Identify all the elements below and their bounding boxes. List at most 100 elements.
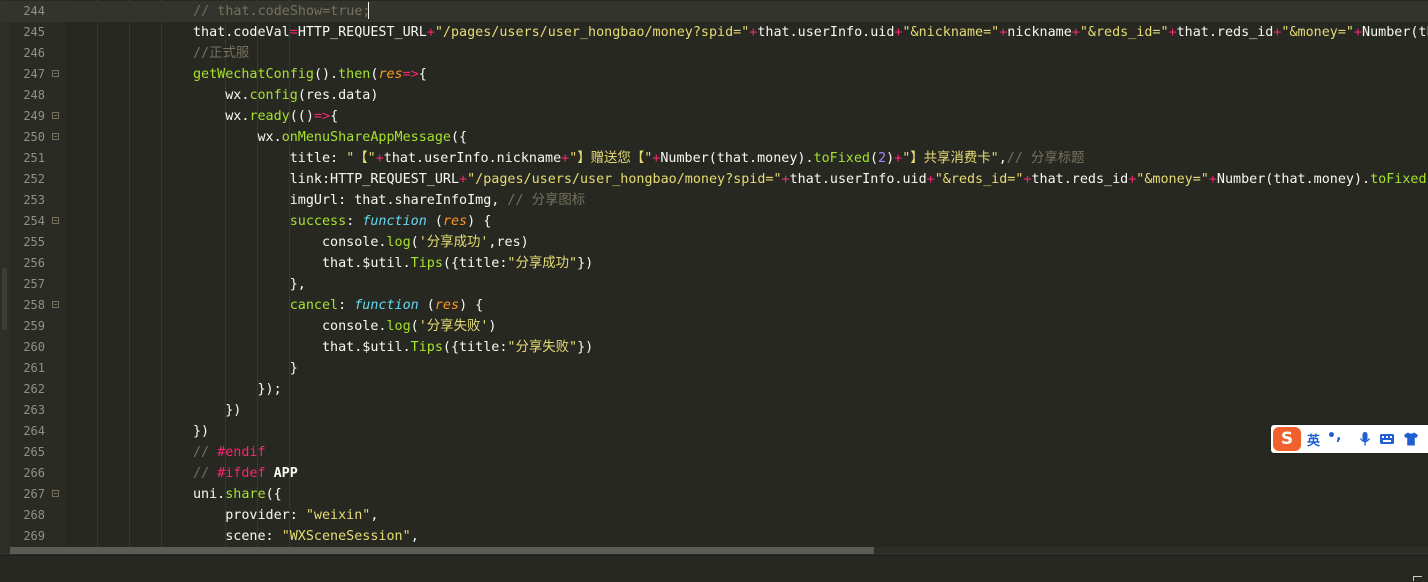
code-token: function — [362, 214, 427, 229]
code-token: log — [386, 319, 411, 334]
code-text: that.$util.Tips({title:"分享失败"}) — [65, 337, 1428, 358]
code-line[interactable]: 248 wx.config(res.data) — [0, 85, 1428, 106]
code-token: imgUrl: that.shareInfoImg, — [193, 193, 508, 208]
horizontal-scrollbar[interactable] — [0, 547, 1428, 555]
keyboard-icon[interactable] — [1379, 431, 1395, 447]
code-line[interactable]: 263 }) — [0, 400, 1428, 421]
code-line[interactable]: 266 // #ifdef APP — [0, 463, 1428, 484]
code-line[interactable]: 247 getWechatConfig().then(res=>{ — [0, 64, 1428, 85]
fold-toggle-icon[interactable] — [52, 301, 59, 308]
fold-toggle-icon[interactable] — [52, 217, 59, 224]
code-line[interactable]: 257 }, — [0, 274, 1428, 295]
code-token: = — [289, 25, 298, 40]
ime-punctuation-toggle[interactable]: •, — [1327, 428, 1341, 444]
code-token: HTTP_REQUEST_URL — [297, 25, 427, 40]
code-token: #ifdef — [217, 466, 266, 481]
microphone-icon[interactable] — [1357, 431, 1373, 447]
code-line[interactable]: 252 link:HTTP_REQUEST_URL+"/pages/users/… — [0, 169, 1428, 190]
code-token: + — [375, 151, 384, 166]
code-token: } — [193, 361, 298, 376]
code-line[interactable]: 265 // #endif — [0, 442, 1428, 463]
fold-toggle-icon[interactable] — [52, 133, 59, 140]
code-token: => — [402, 67, 419, 82]
fold-toggle-icon[interactable] — [52, 112, 59, 119]
code-line[interactable]: 253 imgUrl: that.shareInfoImg, // 分享图标 — [0, 190, 1428, 211]
code-line[interactable]: 244 // that.codeShow=true; — [0, 1, 1428, 22]
code-line[interactable]: 246 //正式服 — [0, 43, 1428, 64]
code-token: Number(that.money). — [1216, 172, 1371, 187]
code-token: uni. — [193, 487, 226, 502]
code-line[interactable]: 268 provider: "weixin", — [0, 505, 1428, 526]
scrollbar-thumb[interactable] — [10, 547, 874, 554]
code-text: }) — [65, 421, 1428, 442]
code-line[interactable]: 258 cancel: function (res) { — [0, 295, 1428, 316]
code-token: that.userInfo.uid — [757, 25, 895, 40]
code-line[interactable]: 267 uni.share({ — [0, 484, 1428, 505]
code-token: that.reds_id — [1031, 172, 1129, 187]
line-number: 262 — [23, 382, 45, 396]
ime-toolbar[interactable]: S 英 •, — [1271, 425, 1428, 453]
code-text: getWechatConfig().then(res=>{ — [65, 64, 1428, 85]
code-text: that.$util.Tips({title:"分享成功"}) — [65, 253, 1428, 274]
fold-toggle-icon[interactable] — [52, 490, 59, 497]
line-number: 269 — [23, 529, 45, 543]
code-line[interactable]: 245 that.codeVal=HTTP_REQUEST_URL+"/pages… — [0, 22, 1428, 43]
line-number: 260 — [23, 340, 45, 354]
code-editor[interactable]: 244 // that.codeShow=true; 245 that.codeVa… — [0, 0, 1428, 547]
code-token: res — [378, 67, 403, 82]
code-token: that.codeVal — [193, 25, 290, 40]
code-token: : — [338, 298, 355, 313]
line-number: 268 — [23, 508, 45, 522]
code-token: : — [346, 214, 363, 229]
resize-corner-icon[interactable] — [1413, 576, 1422, 581]
code-line[interactable]: 264}) — [0, 421, 1428, 442]
code-token: Tips — [410, 256, 443, 271]
code-token: + — [426, 25, 435, 40]
fold-toggle-icon[interactable] — [52, 70, 59, 77]
code-line[interactable]: 261 } — [0, 358, 1428, 379]
sogou-logo-icon[interactable]: S — [1273, 427, 1301, 451]
code-line[interactable]: 269 scene: "WXSceneSession", — [0, 526, 1428, 547]
code-token: "】赠送您【" — [569, 151, 653, 166]
code-line[interactable]: 255 console.log('分享成功',res) — [0, 232, 1428, 253]
code-token: //正式服 — [193, 46, 250, 61]
ime-language-toggle[interactable]: 英 — [1307, 430, 1320, 449]
code-line[interactable]: 254 success: function (res) { — [0, 211, 1428, 232]
code-line[interactable]: 262 }); — [0, 379, 1428, 400]
shirt-icon[interactable] — [1403, 431, 1419, 447]
code-token: console. — [193, 319, 387, 334]
line-number: 257 — [23, 277, 45, 291]
code-line[interactable]: 250 wx.onMenuShareAppMessage({ — [0, 127, 1428, 148]
code-text: //正式服 — [65, 43, 1428, 64]
code-line[interactable]: 251 title: "【"+that.userInfo.nickname+"】… — [0, 148, 1428, 169]
code-line[interactable]: 249 wx.ready(()=>{ — [0, 106, 1428, 127]
code-token: Tips — [410, 340, 443, 355]
code-token: => — [313, 109, 331, 124]
code-token: Number(tha — [1362, 25, 1428, 40]
line-number: 252 — [23, 172, 45, 186]
code-token: ({ — [265, 487, 282, 502]
code-token: "WXSceneSession" — [281, 529, 411, 544]
code-token: ( — [410, 235, 419, 250]
line-number: 255 — [23, 235, 45, 249]
code-line[interactable]: 256 that.$util.Tips({title:"分享成功"}) — [0, 253, 1428, 274]
text-cursor — [368, 2, 369, 19]
code-token: #endif — [217, 445, 266, 460]
code-token: wx. — [193, 130, 282, 145]
line-number: 263 — [23, 403, 45, 417]
code-text: }, — [65, 274, 1428, 295]
code-text: console.log('分享失败') — [65, 316, 1428, 337]
code-line[interactable]: 259 console.log('分享失败') — [0, 316, 1428, 337]
code-token: ({title: — [442, 256, 508, 271]
line-number: 266 — [23, 466, 45, 480]
code-token: "&reds_id=" — [1079, 25, 1169, 40]
code-token: + — [1353, 25, 1363, 40]
code-text: provider: "weixin", — [65, 505, 1428, 526]
code-token: + — [561, 151, 570, 166]
code-text: scene: "WXSceneSession", — [65, 526, 1428, 547]
code-token: (() — [289, 109, 314, 124]
code-line[interactable]: 260 that.$util.Tips({title:"分享失败"}) — [0, 337, 1428, 358]
code-token: // 分享标题 — [1006, 151, 1085, 166]
